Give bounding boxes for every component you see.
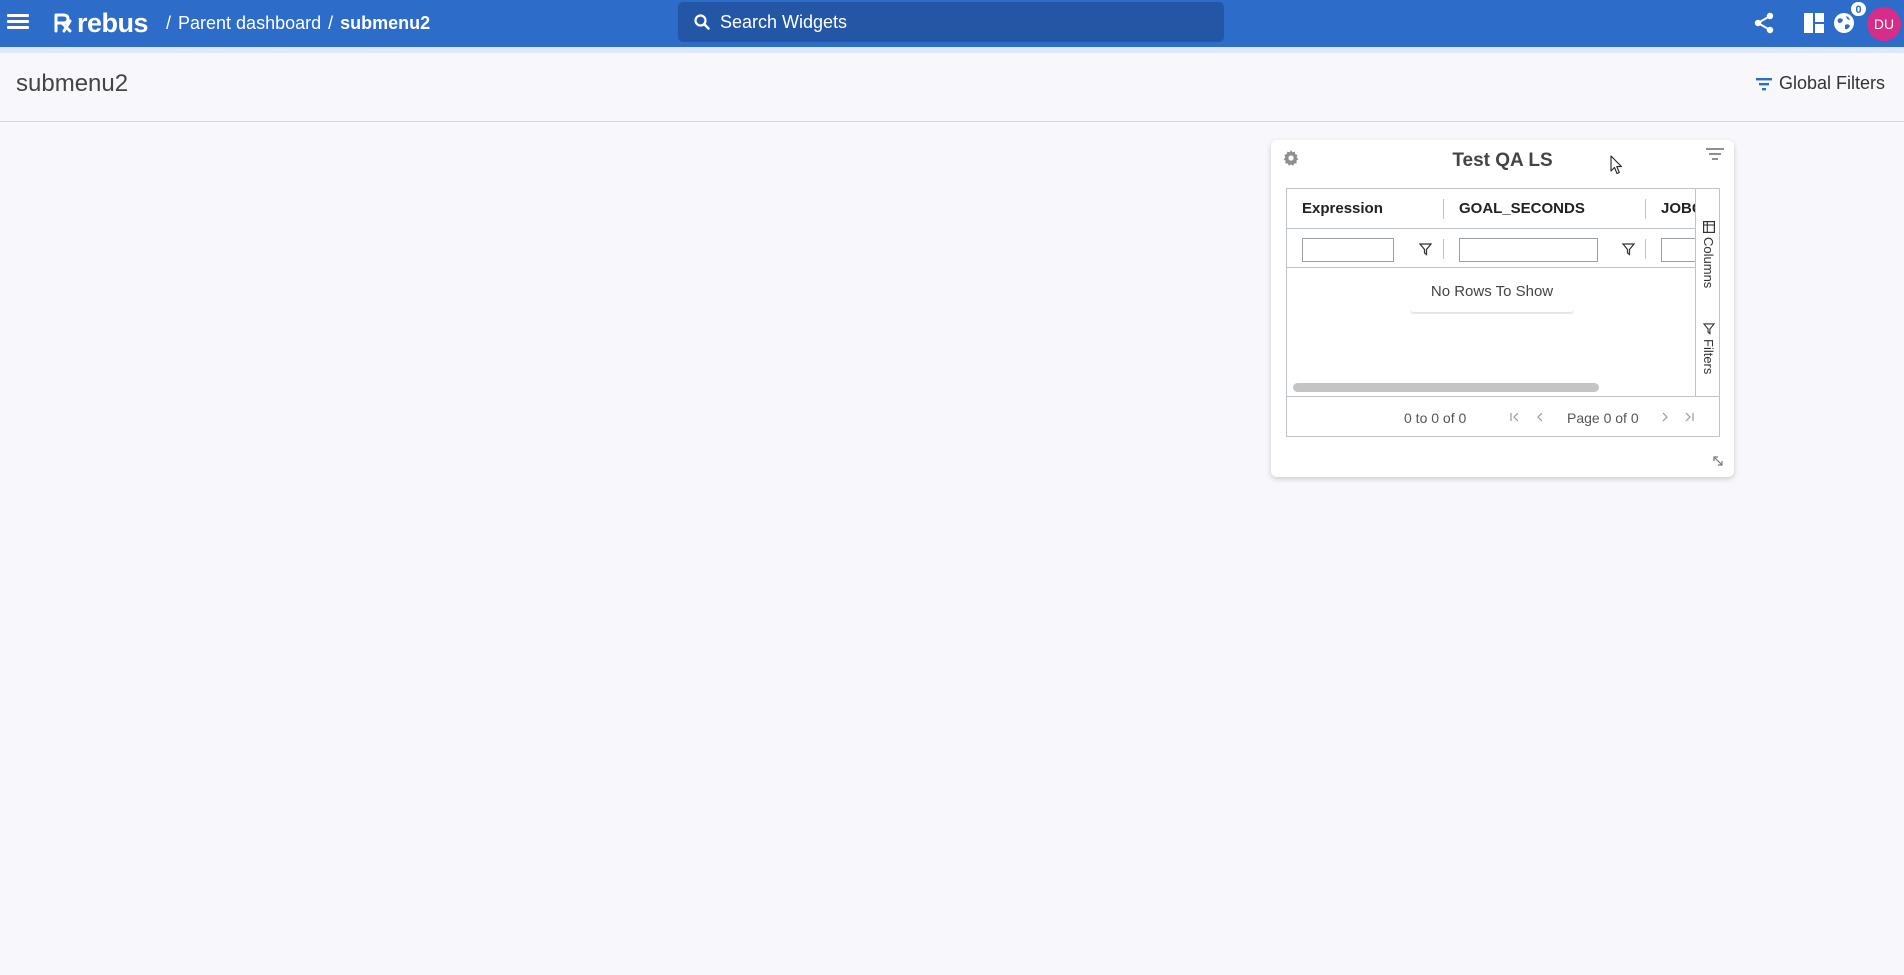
next-page-icon[interactable] — [1657, 409, 1673, 425]
page-title: submenu2 — [16, 70, 129, 97]
share-icon[interactable] — [1749, 8, 1779, 38]
grid-filter-row — [1287, 229, 1701, 268]
column-resizer[interactable] — [1645, 199, 1646, 219]
mouse-cursor-icon — [1610, 155, 1623, 175]
resize-handle-icon[interactable] — [1712, 455, 1724, 467]
last-page-icon[interactable] — [1681, 409, 1697, 425]
columns-icon — [1702, 221, 1715, 233]
logo[interactable]: rebus — [53, 8, 149, 38]
search-input[interactable] — [720, 11, 1200, 33]
search-box[interactable] — [678, 2, 1224, 42]
dashboard-layout-icon[interactable] — [1799, 8, 1829, 38]
widget-filter-icon[interactable] — [1706, 147, 1724, 161]
funnel-icon — [1621, 242, 1635, 256]
funnel-icon — [1418, 242, 1432, 256]
breadcrumb-current: submenu2 — [340, 13, 431, 33]
column-divider — [1443, 239, 1444, 259]
menu-icon[interactable] — [7, 11, 29, 33]
grid-side-bar: Columns Filters — [1695, 189, 1719, 396]
page-indicator: Page 0 of 0 — [1567, 410, 1639, 426]
pagination-panel: 0 to 0 of 0 Page 0 of 0 — [1287, 396, 1719, 436]
global-filters-label: Global Filters — [1778, 73, 1885, 93]
grid-header-row: Expression GOAL_SECONDS JOBC — [1287, 189, 1695, 229]
horizontal-scrollbar[interactable] — [1293, 383, 1599, 392]
breadcrumb-separator: / — [166, 13, 172, 33]
global-filters-button[interactable]: Global Filters — [1755, 73, 1885, 94]
notification-count-badge: 0 — [1850, 1, 1867, 17]
filter-lines-icon — [1755, 77, 1772, 90]
side-tab-filters-label: Filters — [1701, 339, 1716, 375]
side-tab-filters[interactable]: Filters — [1696, 323, 1719, 375]
first-page-icon[interactable] — [1507, 409, 1523, 425]
search-icon — [694, 14, 710, 30]
table-widget: Test QA LS Expression GOAL_SECONDS JOBC — [1271, 140, 1734, 477]
previous-page-icon[interactable] — [1532, 409, 1548, 425]
column-header-jobc[interactable]: JOBC — [1661, 189, 1695, 229]
row-summary: 0 to 0 of 0 — [1404, 410, 1467, 426]
column-filter-input-goal-seconds[interactable] — [1459, 238, 1598, 262]
column-resizer[interactable] — [1443, 199, 1444, 219]
top-navigation-bar: rebus / Parent dashboard / submenu2 Sear… — [0, 0, 1904, 53]
column-filter-button[interactable] — [1415, 239, 1435, 259]
funnel-icon — [1702, 323, 1715, 335]
column-header-expression[interactable]: Expression — [1302, 189, 1442, 229]
logo-text: rebus — [77, 8, 149, 38]
column-filter-button[interactable] — [1618, 239, 1638, 259]
page-header: submenu2 Global Filters — [0, 53, 1904, 122]
no-rows-overlay: No Rows To Show — [1410, 274, 1574, 314]
side-tab-columns[interactable]: Columns — [1696, 221, 1719, 289]
column-header-goal-seconds[interactable]: GOAL_SECONDS — [1459, 189, 1639, 229]
data-grid: Expression GOAL_SECONDS JOBC No Rows To … — [1286, 188, 1720, 437]
side-tab-columns-label: Columns — [1701, 237, 1716, 289]
notifications-button[interactable]: 0 — [1829, 1, 1867, 38]
avatar[interactable]: DU — [1867, 7, 1901, 41]
breadcrumb-separator: / — [328, 13, 334, 33]
column-divider — [1645, 239, 1646, 259]
widget-title: Test QA LS — [1452, 150, 1553, 171]
breadcrumb: / Parent dashboard / submenu2 — [166, 12, 430, 34]
breadcrumb-parent-link[interactable]: Parent dashboard — [178, 12, 321, 34]
column-filter-input-expression[interactable] — [1302, 238, 1394, 262]
rebus-logo-mark — [54, 13, 72, 33]
